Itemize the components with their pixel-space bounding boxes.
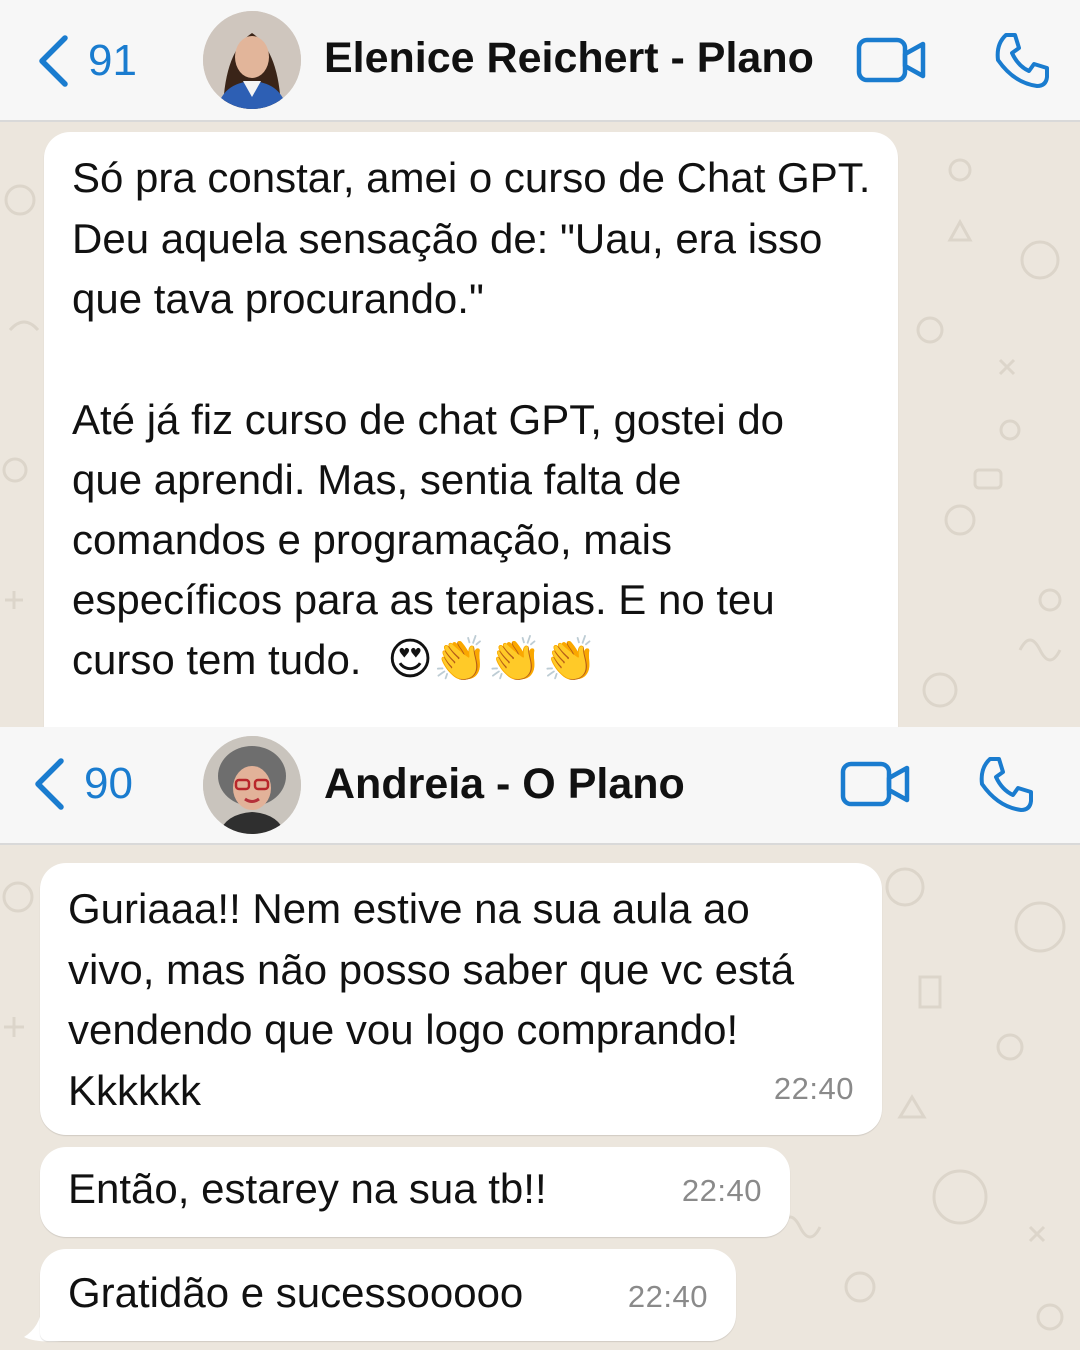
message-text: Só pra constar, amei o curso de Chat GPT…: [72, 154, 883, 322]
message-text: Gratidão e sucessooooo: [68, 1269, 524, 1316]
video-camera-icon: [856, 36, 928, 84]
phone-icon: [992, 30, 1052, 90]
chat-header: 91 Elenice Reichert - Plano: [0, 0, 1080, 122]
phone-icon: [976, 754, 1036, 814]
avatar[interactable]: [203, 11, 301, 109]
message-timestamp: 22:40: [681, 1172, 762, 1208]
contact-name[interactable]: Andreia - O Plano: [324, 760, 685, 809]
video-call-button[interactable]: [856, 36, 928, 84]
message-bubble[interactable]: Gratidão e sucessooooo 22:40: [40, 1249, 736, 1341]
back-button[interactable]: 91: [36, 34, 137, 88]
chevron-left-icon: [36, 34, 70, 88]
unread-count: 90: [84, 759, 133, 808]
unread-count: 91: [88, 36, 137, 85]
message-line: Até já fiz curso de chat GPT, gostei do: [72, 396, 785, 443]
message-bubble[interactable]: Guriaaa!! Nem estive na sua aula ao vivo…: [40, 863, 882, 1135]
voice-call-button[interactable]: [976, 754, 1036, 814]
chevron-left-icon: [32, 757, 66, 811]
back-button[interactable]: 90: [32, 757, 133, 811]
chat-header: 90 Andreia - O Plano: [0, 727, 1080, 845]
video-call-button[interactable]: [840, 760, 912, 808]
message-bubble[interactable]: Então, estarey na sua tb!! 22:40: [40, 1147, 790, 1237]
message-timestamp: 22:40: [773, 1070, 854, 1106]
voice-call-button[interactable]: [992, 30, 1052, 90]
message-text: Então, estarey na sua tb!!: [68, 1165, 547, 1212]
contact-name[interactable]: Elenice Reichert - Plano: [324, 34, 814, 83]
chat-screen-andreia: 90 Andreia - O Plano Guriaaa!! Nem estiv…: [0, 727, 1080, 1350]
video-camera-icon: [840, 760, 912, 808]
avatar[interactable]: [203, 736, 301, 834]
message-text: Guriaaa!! Nem estive na sua aula ao vivo…: [68, 885, 806, 1114]
message-line: que aprendi. Mas, sentia falta de: [72, 456, 682, 503]
message-line: comandos e programação, mais: [72, 516, 672, 563]
emoji-reaction: 😍👏👏👏: [387, 634, 598, 685]
message-line: específicos para as terapias. E no teu: [72, 576, 775, 623]
message-line: curso tem tudo.: [72, 636, 362, 683]
message-timestamp: 22:40: [627, 1278, 708, 1314]
chat-screen-elenice: 91 Elenice Reichert - Plano Só pra const…: [0, 0, 1080, 727]
message-bubble[interactable]: Só pra constar, amei o curso de Chat GPT…: [44, 132, 898, 727]
